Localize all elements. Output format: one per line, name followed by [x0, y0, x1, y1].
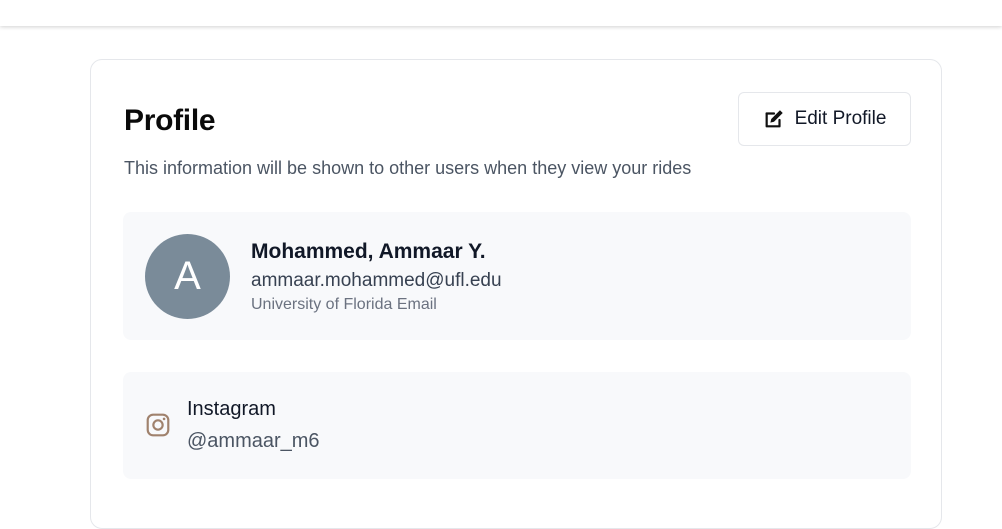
avatar: A — [145, 234, 230, 319]
instagram-icon — [146, 413, 170, 437]
user-email: ammaar.mohammed@ufl.edu — [251, 270, 502, 291]
edit-profile-label: Edit Profile — [794, 108, 887, 129]
top-navigation-bar — [0, 0, 1002, 26]
social-panel-instagram: Instagram @ammaar_m6 — [123, 372, 911, 479]
profile-card: Profile Edit Profile This information wi… — [90, 59, 942, 529]
edit-profile-button[interactable]: Edit Profile — [738, 92, 911, 146]
profile-description: This information will be shown to other … — [124, 158, 692, 178]
edit-icon — [765, 110, 783, 128]
user-info-panel: A Mohammed, Ammaar Y. ammaar.mohammed@uf… — [123, 212, 911, 340]
user-name: Mohammed, Ammaar Y. — [251, 240, 486, 263]
user-email-label: University of Florida Email — [251, 296, 437, 313]
page-title: Profile — [124, 104, 216, 137]
instagram-handle: @ammaar_m6 — [187, 430, 320, 452]
social-platform-label: Instagram — [187, 398, 276, 420]
